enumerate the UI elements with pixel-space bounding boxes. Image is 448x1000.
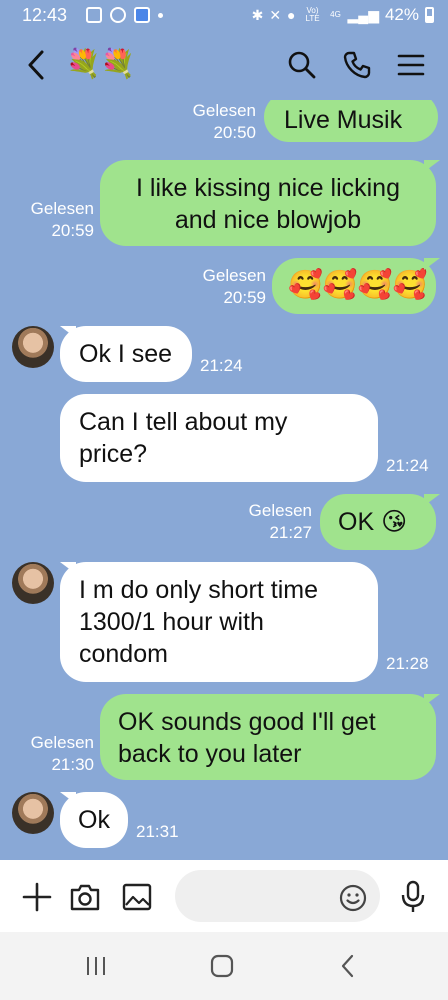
message-time: 20:59	[51, 221, 94, 240]
chat-header: 💐💐	[0, 30, 448, 100]
camera-button[interactable]	[68, 880, 102, 914]
message-text: OK sounds good I'll get back to you late…	[118, 708, 376, 768]
read-status: Gelesen	[192, 101, 256, 120]
message-time: 21:31	[136, 822, 179, 841]
search-button[interactable]	[287, 50, 317, 80]
message-time: 21:27	[269, 523, 312, 542]
system-back-button[interactable]	[334, 952, 362, 980]
system-nav-bar	[0, 932, 448, 1000]
app-notification-icon	[134, 7, 150, 23]
contact-avatar[interactable]	[12, 562, 54, 604]
signal-icon: ▂▄▆	[347, 6, 379, 23]
image-icon	[122, 883, 152, 911]
battery-icon	[425, 7, 434, 23]
call-button[interactable]	[342, 50, 372, 80]
contact-avatar[interactable]	[12, 326, 54, 368]
add-button[interactable]	[20, 880, 54, 914]
received-message[interactable]: I m do only short time 1300/1 hour with …	[60, 562, 378, 682]
back-icon	[341, 954, 354, 978]
received-message[interactable]: Ok I see	[60, 326, 192, 382]
emoji-button[interactable]	[338, 883, 368, 913]
phone-icon	[343, 51, 371, 79]
back-button[interactable]	[22, 48, 52, 82]
plus-icon	[22, 882, 52, 912]
more-notifications-icon	[158, 12, 163, 18]
chat-area[interactable]: Gelesen 20:50 Live Musik Gelesen 20:59 I…	[0, 100, 448, 860]
back-icon	[28, 50, 44, 80]
battery-percent: 42%	[384, 5, 419, 24]
message-time: 20:50	[213, 123, 256, 142]
message-time: 21:30	[51, 755, 94, 774]
mute-icon: ✕	[269, 6, 282, 23]
chrome-notification-icon	[110, 7, 126, 23]
message-input-bar	[0, 860, 448, 932]
gallery-notification-icon	[86, 7, 102, 23]
message-text: I m do only short time 1300/1 hour with …	[79, 576, 318, 668]
contact-avatar[interactable]	[12, 792, 54, 834]
search-icon	[288, 51, 316, 79]
bluetooth-icon: ✱	[251, 6, 264, 23]
message-time: 21:28	[386, 654, 429, 673]
mic-icon	[401, 880, 425, 912]
received-message[interactable]: Ok	[60, 792, 128, 848]
sent-message[interactable]: Live Musik	[264, 100, 438, 142]
menu-button[interactable]	[396, 50, 426, 80]
message-text: OK 😘	[338, 508, 408, 536]
message-text: Ok	[78, 806, 110, 834]
home-button[interactable]	[208, 952, 236, 980]
sent-message[interactable]: OK sounds good I'll get back to you late…	[100, 694, 436, 780]
gallery-button[interactable]	[120, 880, 154, 914]
read-status: Gelesen	[248, 501, 312, 520]
message-time: 21:24	[200, 356, 243, 375]
message-text: I like kissing nice licking and nice blo…	[136, 174, 400, 234]
read-status: Gelesen	[30, 199, 94, 218]
sent-message[interactable]: I like kissing nice licking and nice blo…	[100, 160, 436, 246]
read-status: Gelesen	[30, 733, 94, 752]
volte-label: Vo) LTE	[305, 6, 320, 23]
status-bar: 12:43 ✱ ✕ ● Vo) LTE 4G ▂▄▆ 42%	[0, 0, 448, 30]
menu-icon	[397, 54, 425, 76]
sent-message[interactable]: 🥰🥰🥰🥰	[272, 258, 436, 314]
message-text: Ok I see	[79, 340, 173, 368]
status-time: 12:43	[22, 5, 68, 25]
contact-name[interactable]: 💐💐	[66, 47, 136, 81]
message-time: 20:59	[223, 288, 266, 307]
emoji-icon	[339, 884, 367, 912]
read-status: Gelesen	[202, 266, 266, 285]
message-text: Live Musik	[284, 106, 403, 134]
message-text: 🥰🥰🥰🥰	[288, 269, 428, 300]
home-icon	[210, 954, 234, 978]
message-text: Can I tell about my price?	[79, 408, 288, 468]
network-gen-label: 4G	[330, 10, 341, 19]
location-icon: ●	[287, 7, 296, 23]
sent-message[interactable]: OK 😘	[320, 494, 436, 550]
camera-icon	[70, 884, 100, 911]
message-time: 21:24	[386, 456, 429, 475]
mic-button[interactable]	[398, 879, 428, 915]
recents-button[interactable]	[82, 952, 110, 980]
recents-icon	[87, 957, 105, 975]
received-message[interactable]: Can I tell about my price?	[60, 394, 378, 482]
